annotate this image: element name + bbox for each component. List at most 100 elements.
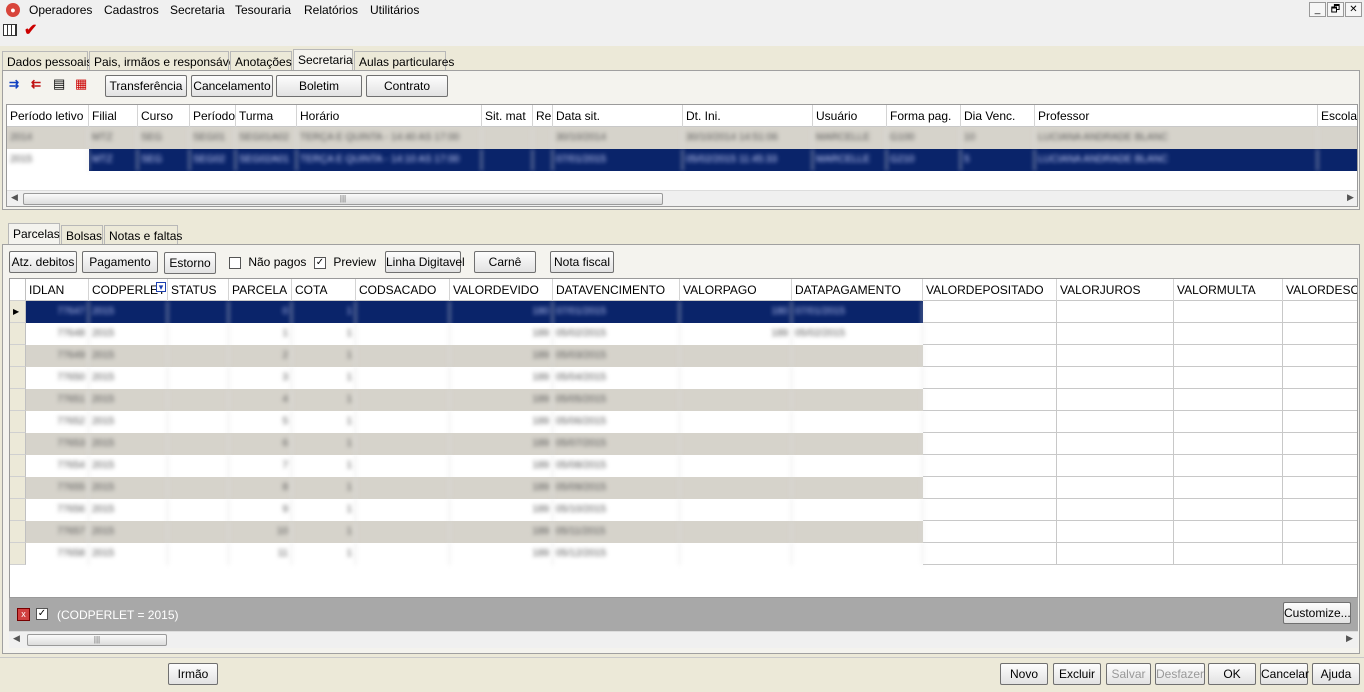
preview-checkbox[interactable]: ✓ Preview	[314, 255, 376, 269]
menu-relatrios[interactable]: Relatórios	[304, 3, 358, 17]
filter-text[interactable]: (CODPERLET = 2015)	[57, 608, 179, 622]
parcelas-scroll-right-icon[interactable]: ▶	[1346, 633, 1353, 644]
atz-debitos-button[interactable]: Atz. debitos	[9, 251, 77, 273]
salvar-button[interactable]: Salvar	[1106, 663, 1151, 685]
linha-digitavel-button[interactable]: Linha Digitavel	[385, 251, 465, 273]
close-button[interactable]: ✕	[1345, 2, 1362, 17]
parcelas-col-header[interactable]: DATAVENCIMENTO	[553, 279, 680, 301]
row-indicator[interactable]	[10, 433, 26, 455]
row-indicator[interactable]	[10, 345, 26, 367]
parcelas-row[interactable]: 77650 2015 3 1 189 05/04/2015	[10, 367, 1357, 389]
row-indicator[interactable]	[10, 543, 26, 565]
parcelas-grid[interactable]: IDLAN CODPERLET ▾ STATUS PARCELA COTA CODSACAD…	[9, 278, 1358, 598]
parcelas-col-header[interactable]: VALORJUROS	[1057, 279, 1174, 301]
remove-row-icon[interactable]: ⇇	[31, 77, 41, 91]
estorno-button[interactable]: Estorno	[164, 252, 216, 274]
tab-bolsas[interactable]: Bolsas	[61, 225, 103, 245]
row-indicator[interactable]	[10, 367, 26, 389]
row-indicator[interactable]	[10, 499, 26, 521]
preview-check-box[interactable]: ✓	[314, 256, 326, 269]
enrollment-col-header[interactable]: Filial	[89, 105, 138, 127]
parcelas-hscrollbar[interactable]: ◀ ||| ▶	[9, 631, 1358, 648]
nao-pagos-checkbox[interactable]: Não pagos	[229, 255, 306, 269]
parcelas-row[interactable]: 77656 2015 9 1 189 05/10/2015	[10, 499, 1357, 521]
boletim-button[interactable]: Boletim	[276, 75, 362, 97]
parcelas-row[interactable]: ▶ 77647 2015 0 1 180 07/01/2015 180 07/01/2015	[10, 301, 1357, 323]
tab-dados-pessoais[interactable]: Dados pessoais	[2, 51, 92, 71]
add-row-icon[interactable]: ⇉	[9, 77, 19, 91]
parcelas-row[interactable]: 77658 2015 11 1 189 05/12/2015	[10, 543, 1357, 565]
enrollment-col-header[interactable]: Data sit.	[553, 105, 683, 127]
cancelamento-button[interactable]: Cancelamento	[191, 75, 273, 97]
scroll-thumb[interactable]: |||	[23, 193, 663, 205]
parcelas-col-header[interactable]: CODSACADO	[356, 279, 450, 301]
parcelas-col-header[interactable]: VALORDEPOSITADO	[923, 279, 1057, 301]
parcelas-col-header[interactable]: VALORDESC	[1283, 279, 1357, 301]
restore-button[interactable]: 🗗	[1327, 2, 1344, 17]
menu-tesouraria[interactable]: Tesouraria	[235, 3, 291, 17]
enrollment-col-header[interactable]: Período	[190, 105, 236, 127]
irmao-button[interactable]: Irmão	[168, 663, 218, 685]
parcelas-col-header[interactable]: VALORMULTA	[1174, 279, 1283, 301]
grid-icon[interactable]	[3, 24, 17, 36]
pagamento-button[interactable]: Pagamento	[82, 251, 158, 273]
menu-secretaria[interactable]: Secretaria	[170, 3, 225, 17]
row-indicator[interactable]	[10, 389, 26, 411]
enrollment-col-header[interactable]: Escola	[1318, 105, 1357, 127]
row-indicator[interactable]	[10, 323, 26, 345]
enrollment-col-header[interactable]: Professor	[1035, 105, 1318, 127]
carne-button[interactable]: Carnê	[474, 251, 536, 273]
desfazer-button[interactable]: Desfazer	[1155, 663, 1205, 685]
enrollment-col-header[interactable]: Período letivo	[7, 105, 89, 127]
scroll-left-icon[interactable]: ◀	[11, 192, 18, 203]
parcelas-scroll-left-icon[interactable]: ◀	[13, 633, 20, 644]
filter-dropdown-icon[interactable]: ▾	[156, 282, 166, 292]
contrato-button[interactable]: Contrato	[366, 75, 448, 97]
parcelas-col-header[interactable]: IDLAN	[26, 279, 89, 301]
clear-filter-icon[interactable]: x	[17, 608, 30, 621]
enrollment-col-header[interactable]: Usuário	[813, 105, 887, 127]
ajuda-button[interactable]: Ajuda	[1312, 663, 1360, 685]
minimize-button[interactable]: _	[1309, 2, 1326, 17]
enrollment-grid[interactable]: Período letivo Filial Curso Período Turma Hor…	[6, 104, 1358, 207]
transferencia-button[interactable]: Transferência	[105, 75, 187, 97]
enrollment-col-header[interactable]: Dia Venc.	[961, 105, 1035, 127]
menu-utilitrios[interactable]: Utilitários	[370, 3, 419, 17]
tab-parcelas[interactable]: Parcelas	[8, 223, 60, 245]
delete-grid-icon[interactable]: ▦	[75, 76, 87, 92]
parcelas-col-header[interactable]: VALORDEVIDO	[450, 279, 553, 301]
parcelas-row[interactable]: 77651 2015 4 1 189 05/05/2015	[10, 389, 1357, 411]
parcelas-col-header[interactable]: DATAPAGAMENTO	[792, 279, 923, 301]
enrollment-col-header[interactable]: Turma	[236, 105, 297, 127]
ok-button[interactable]: OK	[1208, 663, 1256, 685]
enrollment-hscrollbar[interactable]: ◀ ||| ▶	[7, 190, 1357, 206]
parcelas-row[interactable]: 77657 2015 10 1 189 05/11/2015	[10, 521, 1357, 543]
enrollment-col-header[interactable]: Curso	[138, 105, 190, 127]
tab-pais-irm-os-e-respons-veis[interactable]: Pais, irmãos e responsáveis	[89, 51, 244, 71]
document-icon[interactable]: ▤	[53, 76, 65, 92]
enrollment-col-header[interactable]: Dt. Ini.	[683, 105, 813, 127]
nota-fiscal-button[interactable]: Nota fiscal	[550, 251, 614, 273]
enrollment-col-header[interactable]: Horário	[297, 105, 482, 127]
row-indicator[interactable]: ▶	[10, 301, 26, 323]
menu-operadores[interactable]: Operadores	[29, 3, 92, 17]
parcelas-row[interactable]: 77652 2015 5 1 189 05/06/2015	[10, 411, 1357, 433]
row-indicator[interactable]	[10, 455, 26, 477]
enrollment-col-header[interactable]: Re	[533, 105, 553, 127]
excluir-button[interactable]: Excluir	[1053, 663, 1101, 685]
enrollment-col-header[interactable]: Sit. mat	[482, 105, 533, 127]
parcelas-row[interactable]: 77653 2015 6 1 189 05/07/2015	[10, 433, 1357, 455]
nao-pagos-check-box[interactable]	[229, 256, 241, 269]
row-indicator[interactable]	[10, 477, 26, 499]
tab-anota-es[interactable]: Anotações	[230, 51, 292, 71]
parcelas-row[interactable]: 77649 2015 2 1 189 05/03/2015	[10, 345, 1357, 367]
app-icon[interactable]: ●	[6, 3, 20, 17]
parcelas-scroll-thumb[interactable]: |||	[27, 634, 167, 646]
enrollment-row[interactable]: 2015 MTZ SEG SEG02 SEG02A01 TERÇA E QUINTA - …	[7, 149, 1357, 171]
customize-button[interactable]: Customize...	[1283, 602, 1351, 624]
parcelas-row[interactable]: 77655 2015 8 1 189 05/09/2015	[10, 477, 1357, 499]
cancelar-button[interactable]: Cancelar	[1260, 663, 1309, 685]
novo-button[interactable]: Novo	[1000, 663, 1048, 685]
parcelas-row[interactable]: 77648 2015 1 1 189 05/02/2015 189 05/02/2015	[10, 323, 1357, 345]
parcelas-col-header[interactable]: COTA	[292, 279, 356, 301]
